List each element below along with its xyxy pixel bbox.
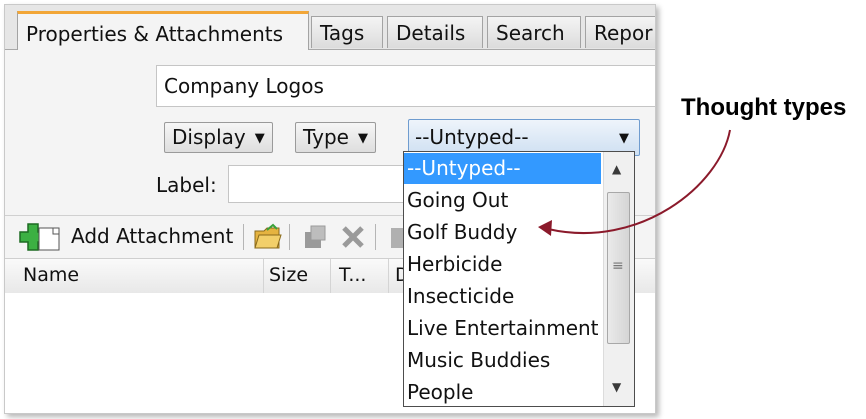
add-attachment-icon[interactable] — [17, 222, 63, 252]
dropdown-scrollbar[interactable]: ▲ ≡ ▼ — [603, 152, 634, 406]
column-name[interactable]: Name — [23, 259, 79, 292]
dropdown-option-untyped[interactable]: --Untyped-- — [404, 153, 601, 184]
dropdown-option-golf-buddy[interactable]: Golf Buddy — [404, 217, 601, 248]
link-icon[interactable] — [301, 222, 329, 252]
dropdown-option-going-out[interactable]: Going Out — [404, 185, 601, 216]
tab-search[interactable]: Search — [487, 16, 581, 48]
dropdown-option-live-entertainment[interactable]: Live Entertainment — [404, 313, 601, 344]
tab-bar: Properties & Attachments Tags Details Se… — [5, 5, 655, 50]
type-label: Type — [303, 125, 349, 149]
scrollbar-thumb[interactable]: ≡ — [607, 192, 630, 344]
annotation-label: Thought types — [681, 94, 847, 121]
column-divider[interactable] — [330, 259, 331, 293]
column-divider[interactable] — [388, 259, 389, 293]
label-field[interactable] — [228, 165, 418, 203]
dropdown-option-herbicide[interactable]: Herbicide — [404, 249, 601, 280]
type-dropdown-list[interactable]: --Untyped-- Going Out Golf Buddy Herbici… — [403, 151, 635, 407]
tab-details[interactable]: Details — [387, 16, 483, 48]
delete-icon[interactable] — [339, 222, 367, 252]
grip-icon: ≡ — [612, 258, 624, 274]
folder-icon[interactable] — [253, 222, 283, 252]
dropdown-option-music-buddies[interactable]: Music Buddies — [404, 345, 601, 376]
dropdown-option-insecticide[interactable]: Insecticide — [404, 281, 601, 312]
type-dropdown-button[interactable]: Type ▼ — [295, 122, 376, 153]
type-select-value: --Untyped-- — [415, 125, 529, 149]
tab-tags[interactable]: Tags — [311, 16, 383, 48]
toolbar-separator — [289, 224, 290, 250]
display-label: Display — [172, 125, 246, 149]
scroll-down-arrow-icon[interactable]: ▼ — [612, 380, 621, 394]
scroll-up-arrow-icon[interactable]: ▲ — [612, 162, 621, 176]
toolbar-separator — [243, 224, 244, 250]
tab-properties-attachments[interactable]: Properties & Attachments — [17, 11, 309, 50]
column-size[interactable]: Size — [269, 259, 308, 292]
add-attachment-label[interactable]: Add Attachment — [71, 224, 233, 248]
name-field[interactable]: Company Logos — [156, 65, 655, 107]
chevron-down-icon: ▼ — [357, 131, 368, 146]
chevron-down-icon: ▼ — [254, 131, 265, 146]
tab-reports[interactable]: Repor — [585, 16, 655, 48]
dropdown-option-people[interactable]: People — [404, 377, 601, 406]
display-dropdown-button[interactable]: Display ▼ — [164, 122, 273, 153]
column-divider[interactable] — [263, 259, 264, 293]
toolbar-separator — [375, 224, 376, 250]
column-type[interactable]: T... — [339, 259, 366, 292]
label-field-label: Label: — [156, 173, 217, 197]
